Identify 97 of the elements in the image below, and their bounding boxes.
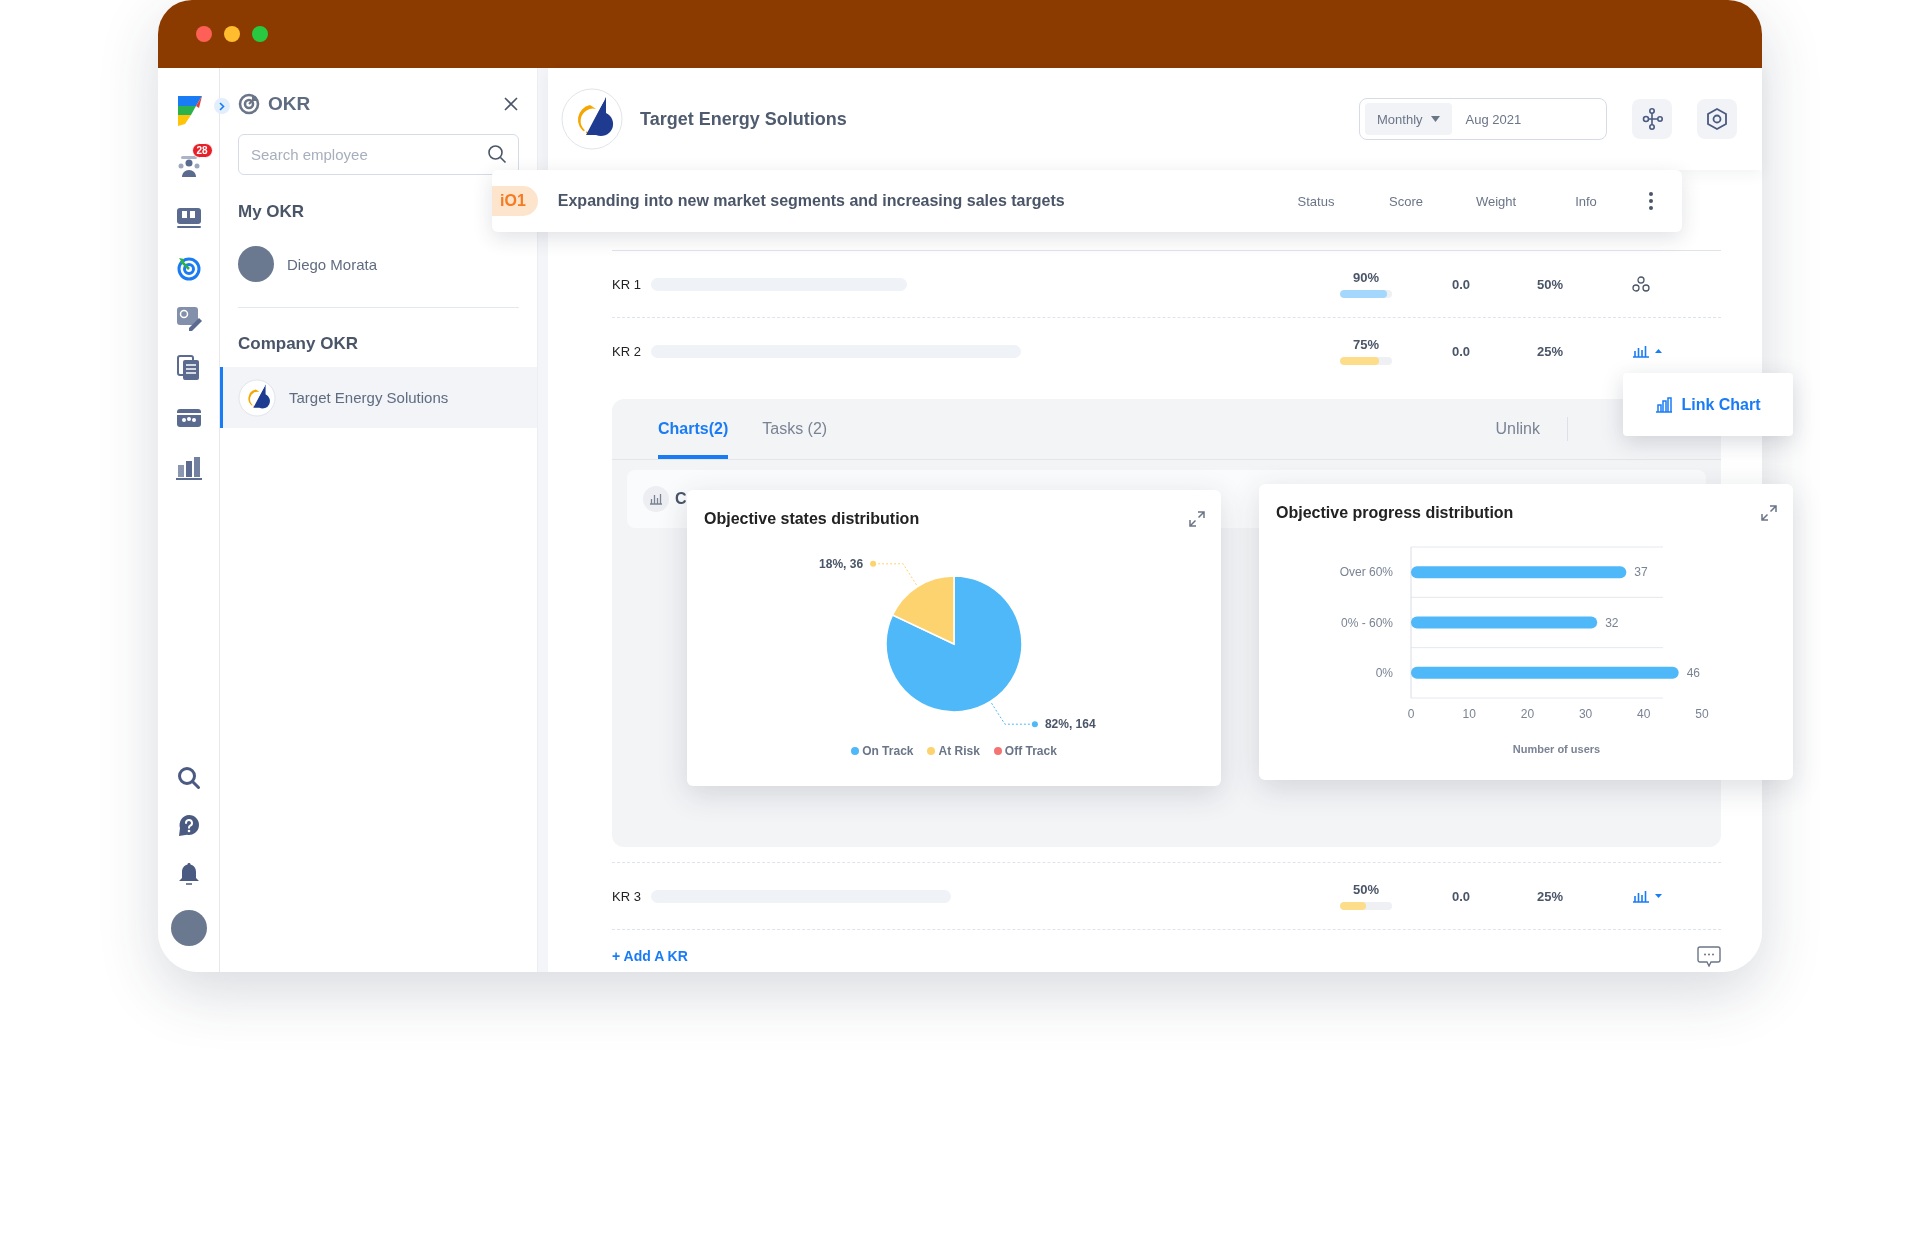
company-item[interactable]: Target Energy Solutions: [220, 367, 537, 428]
status-value: 50%: [1353, 882, 1379, 897]
column-header: Score: [1388, 193, 1424, 209]
avatar-placeholder[interactable]: [170, 910, 207, 946]
progress-bar: [1340, 902, 1392, 910]
network-icon: [1640, 107, 1664, 131]
category-label: 0% - 60%: [1340, 615, 1393, 630]
legend-label: On Track: [862, 744, 914, 758]
weight-value: 25%: [1536, 343, 1564, 359]
more-icon[interactable]: [1649, 192, 1653, 210]
legend-dot: [927, 747, 936, 755]
close-icon[interactable]: [503, 96, 519, 112]
search-icon[interactable]: [175, 765, 202, 791]
person-item[interactable]: Diego Morata: [238, 242, 519, 286]
bar-chart-icon: [643, 486, 669, 512]
company-logo-icon: [238, 378, 276, 417]
objective-badge: iO1: [492, 186, 538, 216]
notification-badge: 28: [191, 143, 213, 158]
expand-icon[interactable]: [1189, 511, 1205, 527]
share-button[interactable]: [1632, 99, 1672, 139]
objective-title: Expanding into new market segments and increasing sales targets: [557, 192, 1066, 210]
target-icon[interactable]: [175, 255, 202, 281]
tab[interactable]: Tasks (2): [762, 399, 828, 459]
tick-label: 10: [1462, 707, 1476, 721]
leader-line: [870, 560, 917, 586]
target-icon: [238, 93, 260, 115]
section-heading: My OKR: [238, 201, 306, 223]
section-heading: Company OKR: [238, 333, 359, 355]
chart-title: Objective progress distribution: [1276, 504, 1514, 522]
minimize-button[interactable]: [224, 26, 240, 42]
expand-button[interactable]: [214, 98, 230, 114]
score-value: 0.0: [1450, 276, 1472, 292]
status-value: 90%: [1353, 270, 1379, 285]
company-logo-icon: [561, 88, 623, 150]
legend-label: At Risk: [938, 744, 980, 758]
progress-bar: [1340, 290, 1392, 298]
bar-chart-icon[interactable]: [175, 455, 202, 481]
image-edit-icon[interactable]: [175, 305, 202, 331]
tick-label: 30: [1578, 707, 1593, 721]
documents-icon[interactable]: [175, 355, 202, 381]
date-picker[interactable]: Monthly Aug 2021: [1359, 98, 1607, 140]
weight-value: 50%: [1536, 276, 1564, 292]
chart-title: Objective states distribution: [704, 510, 920, 528]
legend-dot: [993, 747, 1002, 755]
axis-title: Number of users: [1512, 743, 1601, 755]
settings-icon: [1705, 107, 1729, 131]
chevron-right-icon: [219, 101, 225, 111]
progress-bar: [1340, 357, 1392, 365]
date-value: Aug 2021: [1465, 111, 1522, 127]
kr-label: KR 2: [612, 343, 641, 359]
settings-button[interactable]: [1697, 99, 1737, 139]
tick-label: 50: [1695, 707, 1709, 721]
leader-line: [991, 702, 1038, 728]
legend-label: Off Track: [1004, 744, 1057, 758]
period-select[interactable]: Monthly: [1365, 103, 1452, 135]
data-label: 46: [1686, 665, 1701, 680]
category-label: Over 60%: [1339, 565, 1393, 580]
tab[interactable]: Charts(2): [658, 399, 729, 459]
expand-icon[interactable]: [1761, 505, 1777, 521]
search-field[interactable]: Search employee: [238, 134, 519, 175]
weight-value: 25%: [1536, 888, 1564, 904]
legend-dot: [851, 747, 860, 755]
tick-label: 20: [1520, 707, 1535, 721]
unlink-link[interactable]: Unlink: [1495, 420, 1540, 438]
tick-label: 40: [1637, 707, 1651, 721]
score-value: 0.0: [1450, 888, 1472, 904]
data-label: 82%, 164: [1044, 717, 1096, 732]
data-label: 18%, 36: [819, 556, 864, 571]
kr-label: KR 3: [612, 888, 641, 904]
caret-up-icon[interactable]: [1655, 349, 1662, 353]
tick-label: 0: [1407, 707, 1415, 721]
caret-down-icon[interactable]: [1655, 894, 1662, 898]
close-button[interactable]: [196, 26, 212, 42]
data-label: 37: [1634, 565, 1648, 580]
company-title: Target Energy Solutions: [640, 108, 847, 130]
bar-chart-icon[interactable]: [1632, 889, 1650, 903]
add-kr-link[interactable]: + Add A KR: [612, 948, 688, 964]
chart-title: C: [675, 490, 687, 508]
search-icon[interactable]: [487, 144, 507, 164]
score-value: 0.0: [1450, 343, 1472, 359]
avatar-placeholder: [238, 246, 274, 282]
column-header: Status: [1296, 193, 1336, 209]
network-icon[interactable]: [1632, 276, 1650, 292]
category-label: 0%: [1375, 665, 1393, 680]
caret-down-icon: [1430, 116, 1440, 122]
board-icon[interactable]: [175, 205, 202, 231]
comment-icon[interactable]: [1697, 945, 1721, 967]
bar-chart-icon[interactable]: [1632, 344, 1650, 358]
column-header: Weight: [1474, 193, 1518, 209]
kr-label: KR 1: [612, 276, 641, 292]
status-value: 75%: [1353, 337, 1379, 352]
panel-title: OKR: [268, 93, 311, 115]
data-label: 32: [1605, 615, 1619, 630]
column-header: Info: [1574, 193, 1598, 209]
maximize-button[interactable]: [252, 26, 268, 42]
bar-chart-icon: [1655, 396, 1674, 413]
link-chart-button[interactable]: Link Chart: [1623, 373, 1793, 436]
